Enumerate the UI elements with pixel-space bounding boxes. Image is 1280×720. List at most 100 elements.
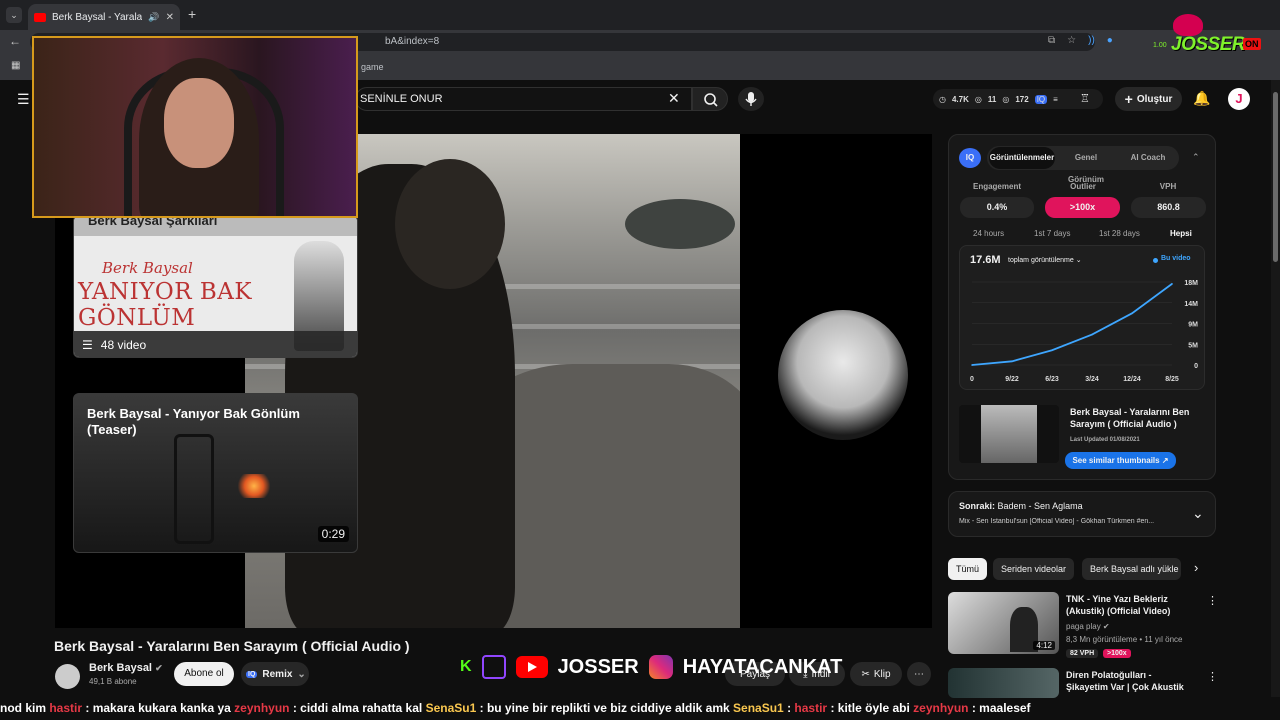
playlist-card-script-text: Berk Baysal bbox=[102, 259, 193, 277]
distant-rock bbox=[625, 199, 735, 249]
extension-shield-icon[interactable]: ● bbox=[1107, 35, 1113, 46]
back-arrow-icon[interactable]: ← bbox=[9, 34, 21, 48]
collapse-chevron-icon[interactable]: ⌃ bbox=[1192, 152, 1200, 163]
rec-channel: paga play ✔ bbox=[1066, 622, 1110, 631]
eye-icon: ◎ bbox=[974, 94, 982, 104]
scrollbar-thumb[interactable] bbox=[1273, 92, 1278, 262]
cast-icon[interactable]: ⧉ bbox=[1048, 35, 1055, 46]
chat-msg: : ciddi alma rahatta kal bbox=[292, 701, 426, 715]
youtube-favicon-icon bbox=[34, 12, 46, 22]
remix-button[interactable]: IQ Remix ⌄ bbox=[241, 662, 309, 686]
chip-series[interactable]: Seriden videolar bbox=[993, 558, 1075, 580]
star-icon[interactable]: ☆ bbox=[1067, 35, 1076, 46]
autoplay-next-card[interactable]: Sonraki: Badem - Sen Aglama Mix - Sen İs… bbox=[948, 491, 1216, 537]
chat-user: SenaSu1 bbox=[425, 701, 477, 715]
tab-ai-coach[interactable]: AI Coach bbox=[1120, 147, 1176, 169]
chart-point bbox=[1091, 333, 1093, 336]
vidiq-thumbnail[interactable] bbox=[959, 405, 1059, 463]
playlist-card[interactable]: Berk Baysal Şarkıları Berk Baysal YANIYO… bbox=[73, 215, 358, 358]
more-actions-button[interactable]: ⋯ bbox=[907, 662, 931, 686]
chip-all[interactable]: Tümü bbox=[948, 558, 988, 580]
extension-wave-icon[interactable]: )) bbox=[1088, 35, 1095, 46]
chart-ytick: 14M bbox=[1184, 301, 1198, 308]
chip-next-arrow-icon[interactable]: › bbox=[1194, 560, 1198, 575]
brand-josser: JOSSER bbox=[557, 655, 639, 678]
rec-channel-name: paga play bbox=[1066, 622, 1101, 631]
playlist-card-subtitle: Berk Baysal Şarkıları bbox=[74, 216, 357, 236]
tab-views[interactable]: Görüntülenmeler bbox=[989, 147, 1055, 169]
chart-metric-select[interactable]: toplam görüntülenme ⌄ bbox=[1008, 256, 1082, 264]
clip-button[interactable]: ✂ Klip bbox=[850, 662, 902, 686]
playlist-count-bar: ☰ 48 video bbox=[74, 331, 357, 357]
vidiq-stats-bar[interactable]: ◷ 4.7K ◎ 11 ◎ 172 IQ ≡ bbox=[933, 89, 1103, 109]
speaker-icon[interactable]: 🔊 bbox=[148, 12, 159, 23]
apps-grid-icon[interactable]: ▦ bbox=[11, 60, 20, 71]
vidiq-video-title: Berk Baysal - Yaralarını Ben Sarayım ( O… bbox=[1070, 407, 1190, 429]
chat-user: hastir bbox=[794, 701, 828, 715]
rec-menu-icon[interactable]: ⋮ bbox=[1207, 670, 1218, 683]
rec-menu-icon[interactable]: ⋮ bbox=[1207, 594, 1218, 607]
chart-legend-label: Bu video bbox=[1161, 255, 1191, 262]
browser-tab[interactable]: Berk Baysal - Yaralarını Ben 🔊 ✕ bbox=[28, 4, 180, 30]
range-24h[interactable]: 24 hours bbox=[973, 229, 1004, 238]
more-icon: ⋯ bbox=[914, 668, 924, 680]
rec-thumbnail[interactable] bbox=[948, 668, 1059, 698]
bookmark-game[interactable]: game bbox=[361, 62, 384, 72]
chat-msg: : maalesef bbox=[971, 701, 1031, 715]
plus-icon: + bbox=[1124, 91, 1133, 107]
new-tab-button[interactable]: + bbox=[188, 6, 196, 22]
range-7d[interactable]: 1st 7 days bbox=[1034, 229, 1070, 238]
chat-msg: : makara kukara kanka ya bbox=[85, 701, 235, 715]
chart-xtick: 8/25 bbox=[1165, 376, 1179, 383]
views-chart-box: 17.6M toplam görüntülenme ⌄ Bu video 18M… bbox=[959, 245, 1205, 390]
channel-avatar[interactable] bbox=[55, 664, 80, 689]
hamburger-menu-icon[interactable]: ☰ bbox=[17, 91, 30, 108]
chat-msg: : bu yine bir replikti ve biz ciddiye al… bbox=[479, 701, 734, 715]
next-heading: Sonraki: Badem - Sen Aglama bbox=[959, 501, 1083, 511]
extension-icons: ⧉ ☆ )) ● bbox=[1048, 35, 1113, 46]
microphone-icon bbox=[745, 92, 757, 106]
youtube-logo-icon bbox=[515, 656, 548, 678]
next-label: Sonraki: bbox=[959, 501, 996, 511]
clip-label: Klip bbox=[873, 668, 891, 680]
search-icon bbox=[704, 93, 718, 107]
see-similar-label: See similar thumbnails bbox=[1072, 456, 1160, 465]
tab-overview[interactable]: Genel Görünüm bbox=[1056, 147, 1116, 184]
channel-name[interactable]: Berk Baysal ✔ bbox=[89, 662, 163, 674]
chart-xtick: 3/24 bbox=[1085, 376, 1099, 383]
account-avatar[interactable]: J bbox=[1228, 88, 1250, 110]
see-similar-button[interactable]: See similar thumbnails ↗ bbox=[1065, 452, 1176, 469]
chart-ytick: 18M bbox=[1184, 280, 1198, 287]
subscribe-button[interactable]: Abone ol bbox=[174, 662, 234, 686]
rec-outlier-badge: >100x bbox=[1103, 649, 1131, 658]
range-all[interactable]: Hepsi bbox=[1170, 229, 1192, 238]
chart-metric-label: toplam görüntülenme bbox=[1008, 257, 1074, 264]
chat-msg: : kitle öyle abi bbox=[830, 701, 914, 715]
video-card[interactable]: Berk Baysal - Yanıyor Bak Gönlüm (Teaser… bbox=[73, 393, 358, 553]
search-button[interactable] bbox=[692, 87, 728, 111]
rec-thumbnail[interactable]: 4:12 bbox=[948, 592, 1059, 654]
video-card-title: Berk Baysal - Yanıyor Bak Gönlüm (Teaser… bbox=[87, 406, 300, 437]
search-clear-icon[interactable]: ✕ bbox=[668, 90, 680, 107]
chip-uploads[interactable]: Berk Baysal adlı yükle bbox=[1082, 558, 1181, 580]
rec-title[interactable]: Diren Polatoğulları - Şikayetim Var | Ço… bbox=[1066, 669, 1196, 693]
vidiq-icon: IQ bbox=[246, 670, 258, 678]
rec-title[interactable]: TNK - Yine Yazı Bekleriz (Akustik) (Offi… bbox=[1066, 593, 1196, 617]
tab-search-chevron-icon[interactable]: ⌄ bbox=[6, 7, 22, 23]
vidiq-logo-icon: IQ bbox=[959, 148, 981, 168]
search-input[interactable]: SENİNLE ONUR bbox=[355, 87, 692, 111]
man-head bbox=[395, 159, 505, 289]
vidiq-last-updated: Last Updated 01/08/2021 bbox=[1070, 437, 1140, 443]
logo-on-badge: ON bbox=[1243, 38, 1261, 50]
chart-xtick: 12/24 bbox=[1123, 376, 1141, 383]
metric-label-engagement: Engagement bbox=[972, 182, 1021, 191]
create-button[interactable]: + Oluştur bbox=[1115, 87, 1182, 111]
views-line-chart: 18M 14M 9M 5M 0 0 9/22 6/23 3/24 12/24 8/25 bbox=[970, 280, 1198, 383]
voice-search-button[interactable] bbox=[738, 87, 764, 111]
range-28d[interactable]: 1st 28 days bbox=[1099, 229, 1140, 238]
notifications-bell-icon[interactable]: 🔔 bbox=[1193, 90, 1210, 107]
tab-close-icon[interactable]: ✕ bbox=[166, 12, 174, 23]
trophy-icon[interactable]: ♖ bbox=[1080, 92, 1090, 105]
rec-meta: 8,3 Mn görüntüleme • 11 yıl önce bbox=[1066, 635, 1183, 644]
expand-chevron-icon[interactable]: ⌄ bbox=[1192, 505, 1204, 522]
